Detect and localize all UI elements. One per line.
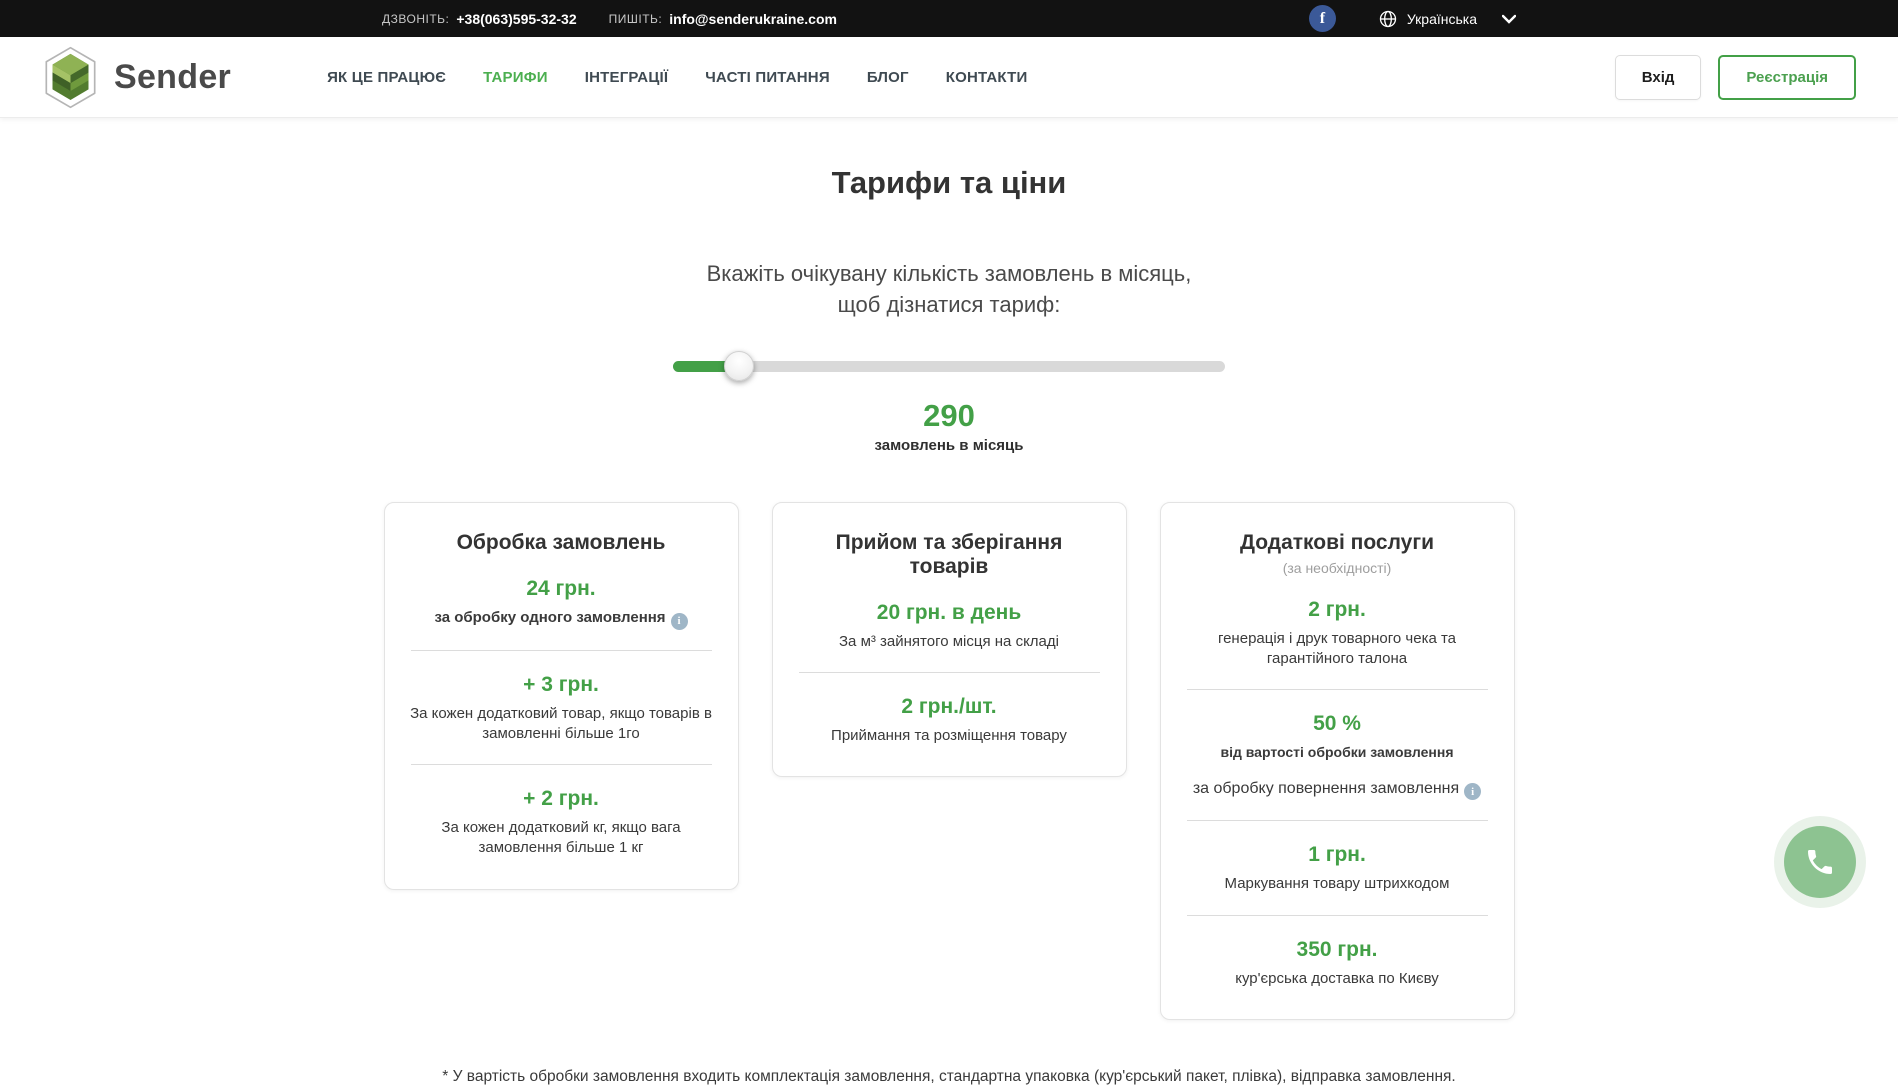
main-nav: ЯК ЦЕ ПРАЦЮЄ ТАРИФИ ІНТЕГРАЦІЇ ЧАСТІ ПИТАНН… xyxy=(327,69,1027,86)
callback-button[interactable] xyxy=(1774,816,1866,908)
chevron-down-icon xyxy=(1502,14,1516,24)
price-value: 2 грн. xyxy=(1185,598,1490,622)
slider-prompt-line2: щоб дізнатися тариф: xyxy=(0,290,1898,321)
nav-item-3[interactable]: ІНТЕГРАЦІЇ xyxy=(585,69,668,86)
card-title: Обробка замовлень xyxy=(409,531,714,555)
price-value: 1 грн. xyxy=(1185,843,1490,867)
nav-item-5[interactable]: БЛОГ xyxy=(867,69,909,86)
brand-name: Sender xyxy=(114,58,231,97)
price-description: За кожен додатковий товар, якщо товарів … xyxy=(409,704,714,745)
card-divider xyxy=(411,650,712,651)
page-title: Тарифи та ціни xyxy=(0,165,1898,201)
header: Sender ЯК ЦЕ ПРАЦЮЄ ТАРИФИ ІНТЕГРАЦІЇ ЧАСТІ… xyxy=(0,37,1898,118)
phone-link[interactable]: +38(063)595-32-32 xyxy=(456,11,576,27)
info-icon[interactable]: i xyxy=(1464,783,1481,800)
card-divider xyxy=(1187,915,1488,916)
language-selector[interactable]: Українська xyxy=(1378,9,1516,29)
globe-icon xyxy=(1378,9,1398,29)
info-icon[interactable]: i xyxy=(671,613,688,630)
price-value: 20 грн. в день xyxy=(797,601,1102,625)
call-label: ДЗВОНІТЬ: xyxy=(382,12,449,26)
price-extra-description: за обробку повернення замовленняi xyxy=(1185,780,1490,801)
write-label: ПИШІТЬ: xyxy=(609,12,663,26)
pricing-cards: Обробка замовлень 24 грн. за обробку одног… xyxy=(0,502,1898,1020)
price-description: За м³ зайнятого місця на складі xyxy=(797,632,1102,652)
orders-slider[interactable] xyxy=(673,351,1225,381)
slider-prompt: Вкажіть очікувану кількість замовлень в … xyxy=(0,259,1898,321)
card-divider xyxy=(1187,820,1488,821)
facebook-icon[interactable]: f xyxy=(1309,5,1336,32)
nav-item-1[interactable]: ЯК ЦЕ ПРАЦЮЄ xyxy=(327,69,446,86)
price-description: За кожен додатковий кг, якщо вага замовл… xyxy=(409,818,714,859)
price-description: генерація і друк товарного чека та гаран… xyxy=(1185,629,1490,670)
nav-item-2[interactable]: ТАРИФИ xyxy=(483,69,548,86)
register-button[interactable]: Реєстрація xyxy=(1718,55,1856,100)
price-value: 350 грн. xyxy=(1185,938,1490,962)
pricing-footnote: * У вартість обробки замовлення входить … xyxy=(0,1068,1898,1086)
slider-track[interactable] xyxy=(673,361,1225,372)
login-button[interactable]: Вхід xyxy=(1615,55,1702,100)
topbar-contacts: ДЗВОНІТЬ: +38(063)595-32-32 ПИШІТЬ: info… xyxy=(382,11,837,27)
card-divider xyxy=(1187,689,1488,690)
price-value: + 3 грн. xyxy=(409,673,714,697)
pricing-card-2: Прийом та зберігання товарів 20 грн. в де… xyxy=(772,502,1127,778)
price-value: + 2 грн. xyxy=(409,787,714,811)
orders-count-label: замовлень в місяць xyxy=(0,437,1898,454)
card-divider xyxy=(411,764,712,765)
price-description: Маркування товару штрихкодом xyxy=(1185,874,1490,894)
price-description: за обробку одного замовленняi xyxy=(409,608,714,630)
pricing-card-1: Обробка замовлень 24 грн. за обробку одног… xyxy=(384,502,739,890)
logo[interactable]: Sender xyxy=(42,46,231,109)
slider-prompt-line1: Вкажіть очікувану кількість замовлень в … xyxy=(0,259,1898,290)
orders-count-value: 290 xyxy=(0,398,1898,434)
price-description: кур'єрська доставка по Києву xyxy=(1185,969,1490,989)
slider-thumb[interactable] xyxy=(724,351,754,381)
card-subtitle: (за необхідності) xyxy=(1185,560,1490,576)
topbar: ДЗВОНІТЬ: +38(063)595-32-32 ПИШІТЬ: info… xyxy=(0,0,1898,37)
card-title: Прийом та зберігання товарів xyxy=(797,531,1102,579)
language-label: Українська xyxy=(1407,11,1477,27)
pricing-card-3: Додаткові послуги (за необхідності) 2 грн.… xyxy=(1160,502,1515,1020)
nav-item-4[interactable]: ЧАСТІ ПИТАННЯ xyxy=(705,69,830,86)
card-divider xyxy=(799,672,1100,673)
card-title: Додаткові послуги xyxy=(1185,531,1490,555)
sender-logo-icon xyxy=(42,46,99,109)
email-link[interactable]: info@senderukraine.com xyxy=(669,11,837,27)
phone-icon xyxy=(1784,826,1856,898)
price-description: від вартості обробки замовлення xyxy=(1185,743,1490,762)
price-value: 24 грн. xyxy=(409,577,714,601)
nav-item-6[interactable]: КОНТАКТИ xyxy=(946,69,1028,86)
price-value: 2 грн./шт. xyxy=(797,695,1102,719)
price-value: 50 % xyxy=(1185,712,1490,736)
price-description: Приймання та розміщення товару xyxy=(797,726,1102,746)
